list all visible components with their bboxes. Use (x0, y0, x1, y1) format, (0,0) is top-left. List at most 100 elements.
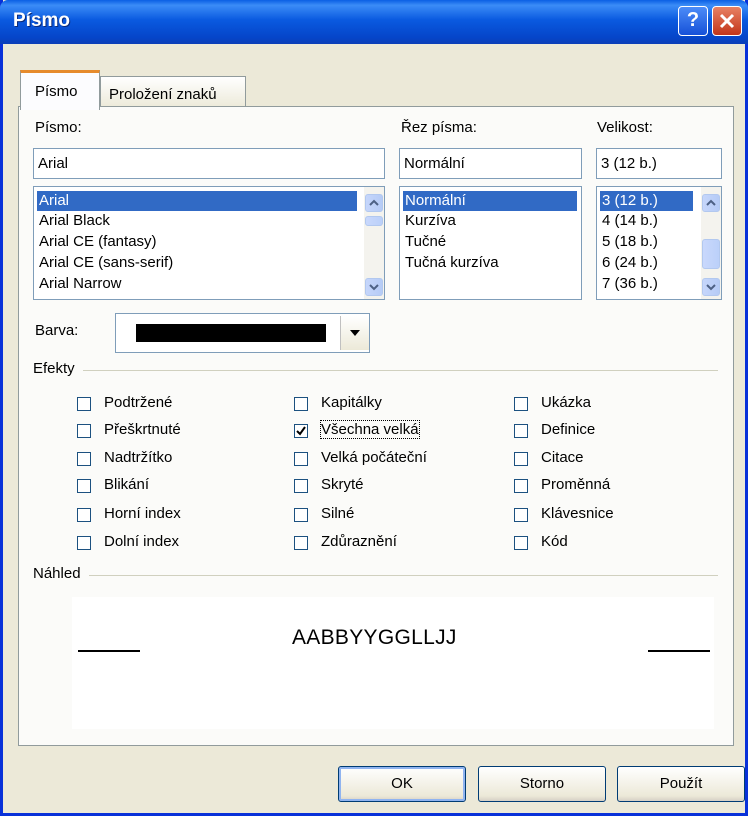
tab-font-label: Písmo (35, 83, 78, 100)
checkbox-small-caps[interactable] (294, 397, 308, 411)
style-input[interactable]: Normální (399, 148, 582, 179)
tab-font[interactable]: Písmo (20, 70, 100, 110)
chevron-up-icon (369, 199, 379, 206)
checkbox-blink[interactable] (77, 479, 91, 493)
size-input-value: 3 (12 b.) (601, 155, 657, 172)
checkbox-citation[interactable] (514, 452, 528, 466)
preview-sample-text: AABBYYGGLLJJ (292, 626, 457, 649)
tab-character-spacing-label: Proložení znaků (109, 86, 217, 103)
checkbox-label: Proměnná (541, 476, 611, 493)
checkbox-emphasis[interactable] (294, 536, 308, 550)
preview-title: Náhled (33, 565, 89, 582)
close-button[interactable] (712, 6, 742, 36)
checkbox-hidden[interactable] (294, 479, 308, 493)
title-bar[interactable]: Písmo ? (0, 0, 748, 44)
checkbox-label: Citace (541, 449, 584, 466)
preview-rule-right (648, 650, 710, 652)
list-item[interactable]: Tučná kurzíva (403, 253, 499, 273)
tab-character-spacing[interactable]: Proložení znaků (100, 76, 246, 108)
color-dropdown-button[interactable] (340, 316, 369, 350)
font-input[interactable]: Arial (33, 148, 385, 179)
font-list-scrollbar[interactable] (364, 187, 384, 299)
scroll-up-button[interactable] (365, 194, 383, 212)
apply-button[interactable]: Použít (617, 766, 745, 802)
size-input[interactable]: 3 (12 b.) (596, 148, 722, 179)
scroll-down-button[interactable] (365, 278, 383, 296)
checkbox-label: Skryté (321, 476, 364, 493)
checkmark-icon (296, 426, 306, 436)
list-item[interactable]: 3 (12 b.) (600, 191, 693, 211)
font-list[interactable]: Arial Arial Black Arial CE (fantasy) Ari… (33, 186, 385, 300)
color-label: Barva: (35, 322, 79, 339)
close-icon (719, 13, 735, 29)
list-item[interactable]: Normální (403, 191, 577, 211)
size-list[interactable]: 3 (12 b.) 4 (14 b.) 5 (18 b.) 6 (24 b.) … (596, 186, 722, 300)
checkbox-label: Blikání (104, 476, 150, 493)
window-title: Písmo (13, 10, 71, 31)
checkbox-label: Podtržené (104, 394, 173, 411)
help-icon: ? (686, 9, 700, 31)
checkbox-label: Přeškrtnuté (104, 421, 181, 438)
ok-button[interactable]: OK (338, 766, 466, 802)
checkbox-label: Dolní index (104, 533, 180, 550)
checkbox-label: Kód (541, 533, 568, 550)
scroll-thumb[interactable] (702, 239, 720, 269)
checkbox-label: Ukázka (541, 394, 592, 411)
checkbox-definition[interactable] (514, 424, 528, 438)
list-item[interactable]: 4 (14 b.) (600, 211, 658, 231)
effects-divider (34, 370, 718, 371)
list-item[interactable]: 6 (24 b.) (600, 253, 658, 273)
list-item[interactable]: Arial Black (37, 211, 110, 231)
color-picker[interactable] (115, 313, 370, 353)
checkbox-variable[interactable] (514, 479, 528, 493)
chevron-down-icon (706, 284, 716, 291)
list-item[interactable]: Arial (37, 191, 357, 211)
scroll-down-button[interactable] (702, 278, 720, 296)
color-swatch (136, 324, 326, 342)
checkbox-strong[interactable] (294, 508, 308, 522)
checkbox-overline[interactable] (77, 452, 91, 466)
checkbox-sample[interactable] (514, 397, 528, 411)
list-item[interactable]: Kurzíva (403, 211, 456, 231)
checkbox-keyboard[interactable] (514, 508, 528, 522)
chevron-up-icon (706, 199, 716, 206)
checkbox-label: Velká počáteční (321, 449, 427, 466)
size-label: Velikost: (597, 119, 653, 136)
checkbox-label: Nadtržítko (104, 449, 173, 466)
checkbox-all-caps[interactable] (294, 424, 308, 438)
checkbox-label: Kapitálky (321, 394, 382, 411)
list-item[interactable]: 7 (36 b.) (600, 274, 658, 294)
size-list-scrollbar[interactable] (701, 187, 721, 299)
checkbox-capitalize[interactable] (294, 452, 308, 466)
style-label: Řez písma: (401, 119, 477, 136)
checkbox-superscript[interactable] (77, 508, 91, 522)
scroll-up-button[interactable] (702, 194, 720, 212)
list-item[interactable]: 5 (18 b.) (600, 232, 658, 252)
checkbox-label: Zdůraznění (321, 533, 397, 550)
list-item[interactable]: Arial CE (fantasy) (37, 232, 157, 252)
scroll-thumb[interactable] (365, 216, 383, 226)
checkbox-label: Silné (321, 505, 355, 522)
help-button[interactable]: ? (678, 6, 708, 36)
checkbox-subscript[interactable] (77, 536, 91, 550)
checkbox-code[interactable] (514, 536, 528, 550)
preview-rule-left (78, 650, 140, 652)
chevron-down-icon (369, 284, 379, 291)
style-input-value: Normální (404, 155, 465, 172)
checkbox-underline[interactable] (77, 397, 91, 411)
effects-title: Efekty (33, 360, 83, 377)
list-item[interactable]: Arial Narrow (37, 274, 122, 294)
checkbox-strikethrough[interactable] (77, 424, 91, 438)
list-item[interactable]: Tučné (403, 232, 446, 252)
font-input-value: Arial (38, 155, 69, 172)
cancel-button[interactable]: Storno (478, 766, 606, 802)
preview-box: AABBYYGGLLJJ (72, 597, 714, 729)
chevron-down-icon (350, 330, 360, 336)
checkbox-label: Klávesnice (541, 505, 614, 522)
checkbox-label: Definice (541, 421, 596, 438)
style-list[interactable]: Normální Kurzíva Tučné Tučná kurzíva (399, 186, 582, 300)
checkbox-label: Horní index (104, 505, 181, 522)
preview-divider (34, 575, 718, 576)
list-item[interactable]: Arial CE (sans-serif) (37, 253, 173, 273)
checkbox-label: Všechna velká (320, 420, 420, 439)
